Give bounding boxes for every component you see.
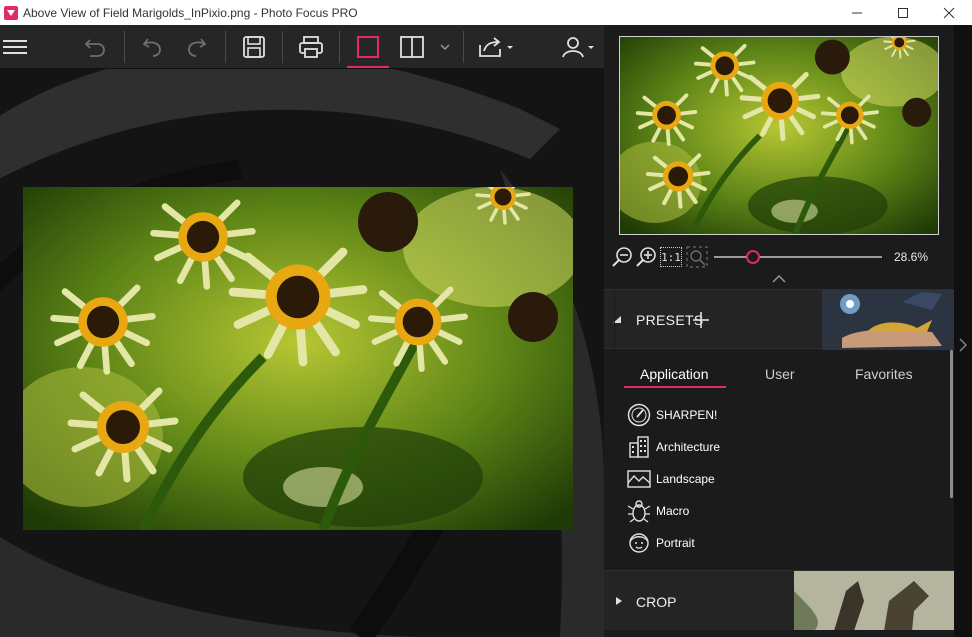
expand-triangle-icon[interactable] xyxy=(614,596,624,606)
bug-icon xyxy=(626,498,652,524)
zoom-in-icon[interactable] xyxy=(636,246,658,268)
preset-label: Landscape xyxy=(656,472,715,486)
magic-lamp-banner xyxy=(822,290,954,350)
account-icon[interactable] xyxy=(560,25,598,69)
undo-icon[interactable] xyxy=(137,25,167,69)
share-icon[interactable] xyxy=(475,25,517,69)
close-icon[interactable] xyxy=(926,0,972,25)
crop-banner xyxy=(794,571,954,630)
gauge-icon xyxy=(626,402,652,428)
minimize-icon[interactable] xyxy=(834,0,880,25)
face-icon xyxy=(626,530,652,556)
menu-icon[interactable] xyxy=(0,25,30,69)
add-preset-icon[interactable] xyxy=(692,311,710,329)
preset-architecture[interactable]: Architecture xyxy=(626,434,720,460)
save-icon[interactable] xyxy=(239,25,269,69)
preset-portrait[interactable]: Portrait xyxy=(626,530,695,556)
active-tool-indicator xyxy=(347,66,389,68)
tab-application[interactable]: Application xyxy=(640,366,709,382)
zoom-slider-track[interactable] xyxy=(714,256,882,258)
single-view-icon[interactable] xyxy=(353,25,383,69)
preset-label: Portrait xyxy=(656,536,695,550)
split-view-icon[interactable] xyxy=(397,25,427,69)
tab-favorites[interactable]: Favorites xyxy=(855,366,913,382)
mountain-icon xyxy=(626,466,652,492)
collapse-navigator-icon[interactable] xyxy=(772,275,786,283)
image-canvas[interactable] xyxy=(0,69,604,637)
preset-label: Macro xyxy=(656,504,690,518)
panel-collapse-bar[interactable] xyxy=(954,25,972,637)
chevron-down-icon[interactable] xyxy=(438,25,452,69)
building-icon xyxy=(626,434,652,460)
presets-section-header[interactable]: PRESETS xyxy=(604,289,954,350)
title-bar: Above View of Field Marigolds_InPixio.pn… xyxy=(0,0,972,25)
preset-label: Architecture xyxy=(656,440,721,454)
window-title: Above View of Field Marigolds_InPixio.pn… xyxy=(23,5,358,20)
app-logo-icon xyxy=(4,5,18,20)
redo-icon[interactable] xyxy=(182,25,212,69)
zoom-controls: 1:1 28.6% xyxy=(604,244,954,270)
maximize-icon[interactable] xyxy=(880,0,926,25)
zoom-slider-handle[interactable] xyxy=(745,250,760,264)
preset-sharpen[interactable]: SHARPEN! xyxy=(626,402,717,428)
actual-size-button[interactable]: 1:1 xyxy=(660,247,682,267)
tab-user[interactable]: User xyxy=(765,366,795,382)
crop-section-header[interactable]: CROP xyxy=(604,570,954,630)
navigator-thumbnail[interactable] xyxy=(619,36,939,235)
presets-scrollbar[interactable] xyxy=(950,350,953,498)
chevron-right-icon[interactable] xyxy=(954,335,972,355)
preset-landscape[interactable]: Landscape xyxy=(626,466,715,492)
crop-title: CROP xyxy=(636,594,677,610)
zoom-out-icon[interactable] xyxy=(612,246,634,268)
revert-icon[interactable] xyxy=(80,25,110,69)
zoom-percentage: 28.6% xyxy=(893,250,928,264)
print-icon[interactable] xyxy=(296,25,326,69)
active-tab-indicator xyxy=(624,386,726,388)
presets-panel: Application User Favorites SHARPEN! Arch… xyxy=(604,350,954,570)
fit-to-screen-icon[interactable] xyxy=(686,246,708,268)
preset-macro[interactable]: Macro xyxy=(626,498,689,524)
toolbar xyxy=(0,25,604,69)
preset-label: SHARPEN! xyxy=(656,408,718,422)
main-photo[interactable] xyxy=(23,187,573,530)
